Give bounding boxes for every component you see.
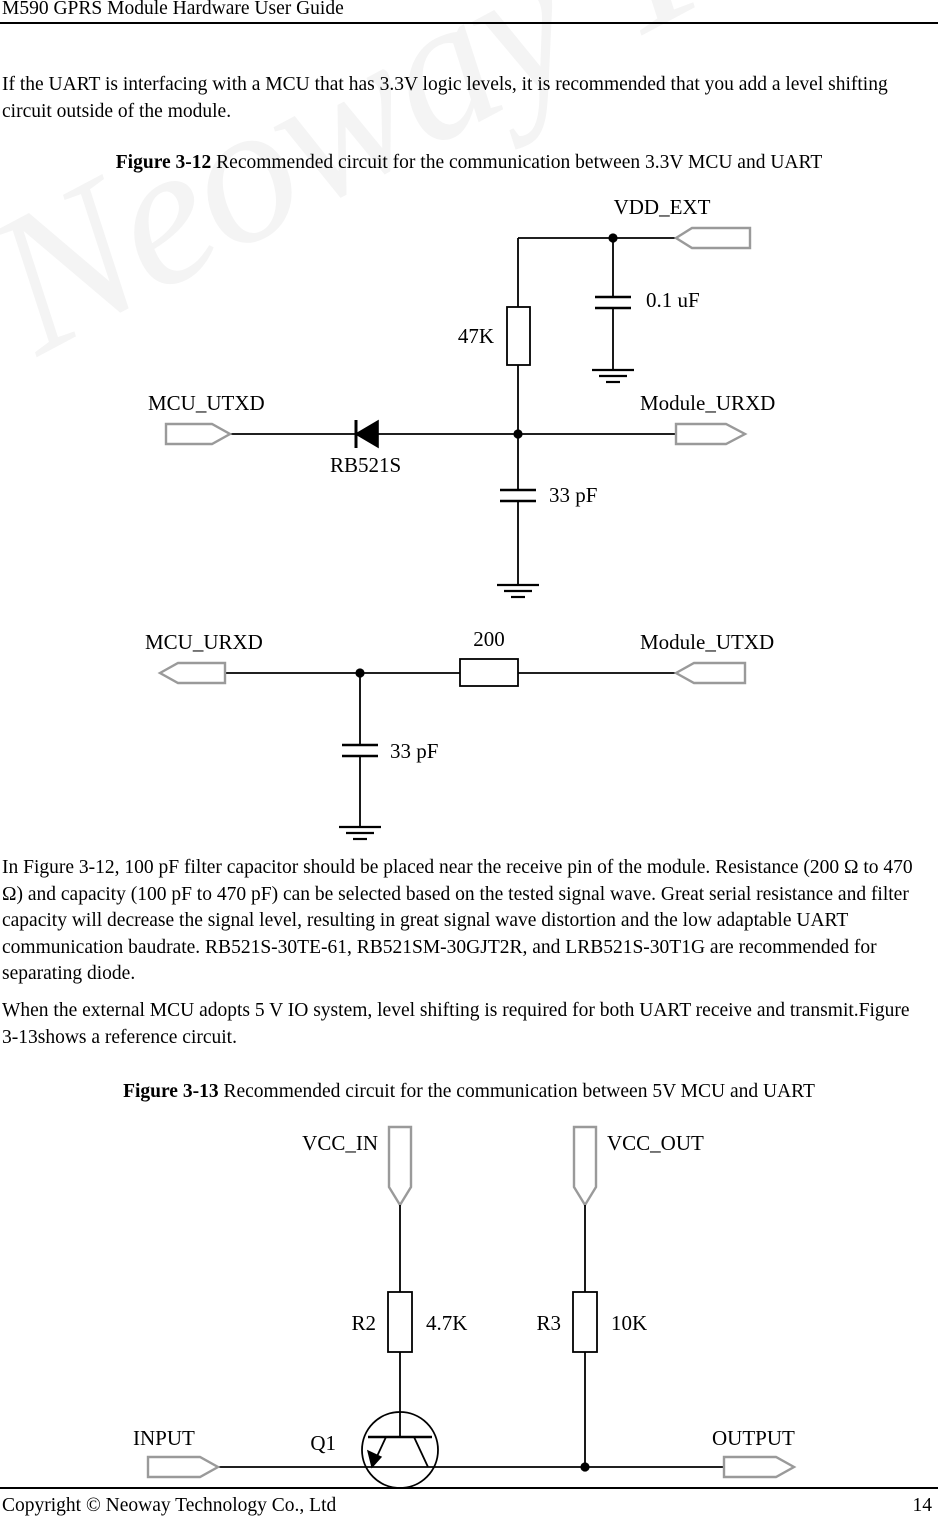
paragraph-5v-notes: When the external MCU adopts 5 V IO syst… (2, 1000, 910, 1048)
label-q1: Q1 (310, 1431, 336, 1455)
label-input: INPUT (133, 1426, 195, 1450)
paragraph-filter-notes: In Figure 3-12, 100 pF filter capacitor … (2, 857, 913, 984)
diode-rb521s (354, 419, 379, 449)
figure-3-13-caption-text: Recommended circuit for the communicatio… (223, 1081, 815, 1102)
label-200: 200 (473, 627, 505, 651)
header-divider (0, 22, 938, 24)
figure-3-13-schematic: VCC_IN R2 4.7K VCC_OUT R3 10K Q1 INPUT O… (133, 1125, 797, 1487)
header-title: M590 GPRS Module Hardware User Guide (2, 0, 344, 19)
label-33pf-bottom: 33 pF (390, 739, 438, 763)
port-mcu-utxd (164, 422, 233, 446)
resistor-47k (506, 306, 531, 366)
figure-3-12-caption-label: Figure 3-12 (115, 152, 212, 173)
document-page: Neoway Technology M590 GPRS Module Hardw… (0, 0, 938, 1531)
footer-divider (0, 1487, 938, 1489)
port-vcc-out (572, 1125, 598, 1208)
label-vdd-ext: VDD_EXT (614, 195, 711, 219)
label-33pf-top: 33 pF (549, 483, 597, 507)
figure-3-13-caption: Figure 3-13 Recommended circuit for the … (0, 1081, 938, 1103)
port-module-utxd (673, 661, 747, 685)
label-r3-ref: R3 (536, 1311, 561, 1335)
figure-3-12-schematic: VDD_EXT 47K 0.1 uF MCU_UTXD RB521S Modul… (145, 195, 775, 841)
resistor-r2 (387, 1291, 413, 1353)
port-vdd-ext (673, 226, 752, 250)
port-output (722, 1455, 797, 1479)
footer-page-number: 14 (912, 1495, 933, 1516)
label-r3-value: 10K (611, 1311, 647, 1335)
label-r2-ref: R2 (351, 1311, 376, 1335)
port-input (146, 1455, 221, 1479)
paragraph-intro: If the UART is interfacing with a MCU th… (2, 74, 888, 122)
label-mcu-utxd: MCU_UTXD (148, 391, 265, 415)
resistor-200 (459, 658, 519, 687)
label-module-utxd: Module_UTXD (640, 630, 774, 654)
label-output: OUTPUT (712, 1426, 795, 1450)
figure-3-12-caption: Figure 3-12 Recommended circuit for the … (0, 152, 938, 174)
label-vcc-in: VCC_IN (302, 1131, 378, 1155)
label-vcc-out: VCC_OUT (607, 1131, 704, 1155)
label-rb521s: RB521S (330, 453, 401, 477)
port-mcu-urxd (157, 661, 227, 685)
footer-copyright: Copyright © Neoway Technology Co., Ltd (2, 1495, 337, 1516)
label-module-urxd: Module_URXD (640, 391, 775, 415)
port-vcc-in (387, 1125, 413, 1208)
label-mcu-urxd: MCU_URXD (145, 630, 263, 654)
resistor-r3 (572, 1291, 598, 1353)
figure-3-13-caption-label: Figure 3-13 (123, 1081, 219, 1102)
label-47k: 47K (458, 324, 494, 348)
port-module-urxd (674, 422, 748, 446)
label-0-1uf: 0.1 uF (646, 288, 700, 312)
junction-dot (580, 1462, 590, 1472)
figure-3-12-caption-text: Recommended circuit for the communicatio… (216, 152, 823, 173)
label-r2-value: 4.7K (426, 1311, 467, 1335)
